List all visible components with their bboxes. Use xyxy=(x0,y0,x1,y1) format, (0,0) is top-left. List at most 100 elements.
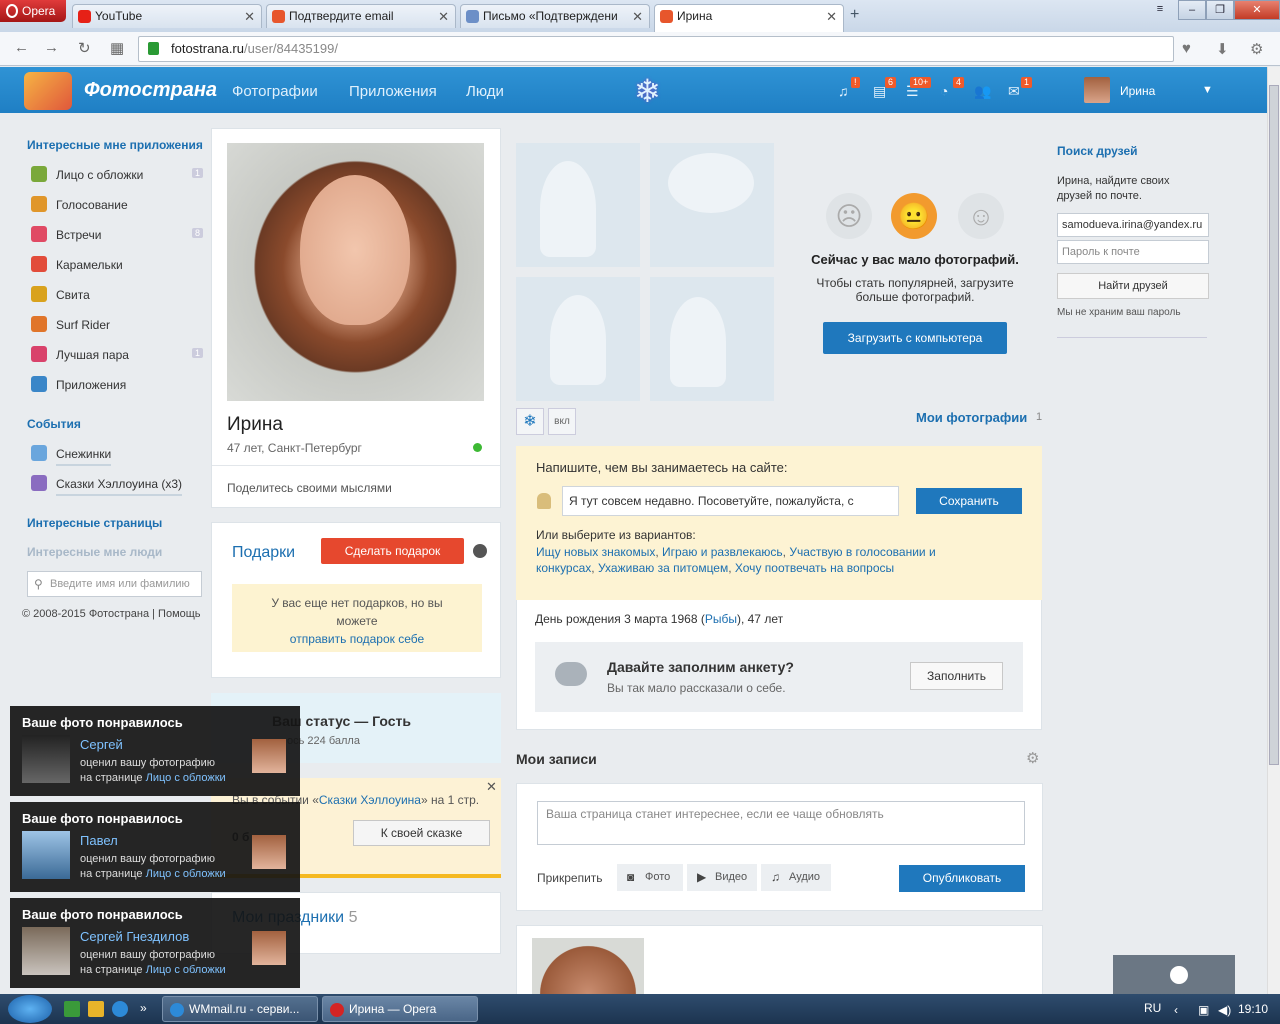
site-logo[interactable]: Фотострана xyxy=(84,79,217,102)
ie-icon[interactable] xyxy=(112,1001,128,1017)
sidebar-app-item[interactable]: Лицо с обложки 1 xyxy=(31,166,203,186)
attach-video-button[interactable]: ▶ Видео xyxy=(687,864,757,891)
download-icon[interactable]: ⬇ xyxy=(1216,40,1229,58)
minimize-button[interactable]: – xyxy=(1178,0,1206,20)
language-indicator[interactable]: RU xyxy=(1144,1001,1161,1015)
tab-letter[interactable]: Письмо «Подтверждени ✕ xyxy=(460,4,650,28)
notification-app-link[interactable]: Лицо с обложки xyxy=(146,868,226,880)
header-avatar[interactable] xyxy=(1084,77,1110,103)
activity-option-link[interactable]: Ищу новых знакомых xyxy=(536,545,655,559)
notification-photo[interactable] xyxy=(22,927,70,975)
snowflake-event-icon[interactable]: ❄ xyxy=(634,72,661,110)
notification-user-link[interactable]: Павел xyxy=(80,833,118,848)
notification-photo[interactable] xyxy=(22,735,70,783)
notification-my-photo[interactable] xyxy=(252,739,286,773)
events-section-title[interactable]: События xyxy=(27,417,81,431)
tab-irina[interactable]: Ирина ✕ xyxy=(654,4,844,32)
heart-bookmark-icon[interactable]: ♥ xyxy=(1182,40,1191,57)
globe-icon[interactable] xyxy=(473,544,487,558)
sidebar-app-item[interactable]: Приложения xyxy=(31,376,203,396)
notification-my-photo[interactable] xyxy=(252,931,286,965)
publish-button[interactable]: Опубликовать xyxy=(899,865,1025,892)
tab-confirm-email[interactable]: Подтвердите email ✕ xyxy=(266,4,456,28)
find-friends-button[interactable]: Найти друзей xyxy=(1057,273,1209,299)
clock[interactable]: 19:10 xyxy=(1238,1002,1268,1016)
close-window-button[interactable]: ✕ xyxy=(1234,0,1280,20)
sidebar-event-item[interactable]: Снежинки xyxy=(31,445,203,466)
gear-icon[interactable]: ⚙ xyxy=(1026,749,1039,767)
opera-menu-button[interactable]: Opera xyxy=(0,0,66,22)
people-section-title[interactable]: Интересные мне люди xyxy=(27,545,162,559)
notification-user-link[interactable]: Сергей Гнездилов xyxy=(80,929,189,944)
speed-dial-icon[interactable]: ▦ xyxy=(110,39,124,57)
mail-password-field[interactable]: Пароль к почте xyxy=(1057,240,1209,264)
help-link[interactable]: Помощь xyxy=(158,608,201,620)
new-tab-button[interactable]: + xyxy=(850,6,859,24)
sidebar-app-item[interactable]: Лучшая пара 1 xyxy=(31,346,203,366)
photo-placeholder-4[interactable] xyxy=(650,277,774,401)
zodiac-link[interactable]: Рыбы xyxy=(705,612,737,626)
start-button[interactable] xyxy=(8,995,52,1023)
snowflake-toggle-icon[interactable]: ❄ xyxy=(516,408,544,435)
pages-section-title[interactable]: Интересные страницы xyxy=(27,516,162,530)
activity-input[interactable]: Я тут совсем недавно. Посоветуйте, пожал… xyxy=(562,486,899,516)
notification-my-photo[interactable] xyxy=(252,835,286,869)
task-wmmail[interactable]: WMmail.ru - серви... xyxy=(162,996,318,1022)
quicklaunch-app-icon[interactable] xyxy=(64,1001,80,1017)
status-thoughts-link[interactable]: Поделитесь своими мыслями xyxy=(227,481,392,495)
tab-youtube[interactable]: YouTube ✕ xyxy=(72,4,262,28)
forward-icon[interactable]: → xyxy=(44,39,59,56)
activity-option-link[interactable]: Играю и развлекаюсь xyxy=(662,545,783,559)
explorer-icon[interactable] xyxy=(88,1001,104,1017)
upload-from-computer-button[interactable]: Загрузить с компьютера xyxy=(823,322,1007,354)
chevron-left-icon[interactable]: ‹ xyxy=(1174,1003,1178,1017)
volume-icon[interactable]: ◀) xyxy=(1218,1003,1231,1017)
notification-app-link[interactable]: Лицо с обложки xyxy=(146,772,226,784)
gifts-title[interactable]: Подарки xyxy=(232,544,295,562)
chevron-right-icon[interactable]: » xyxy=(140,1001,156,1017)
url-field[interactable]: fotostrana.ru/user/84435199/ xyxy=(138,36,1174,62)
sidebar-event-item[interactable]: Сказки Хэллоуина (х3) xyxy=(31,475,203,496)
fotostrana-logo-icon[interactable] xyxy=(24,72,72,110)
extensions-icon[interactable]: ⚙ xyxy=(1250,40,1263,58)
sidebar-app-item[interactable]: Свита xyxy=(31,286,203,306)
network-icon[interactable]: ▣ xyxy=(1198,1003,1209,1017)
find-friends-title[interactable]: Поиск друзей xyxy=(1057,144,1138,158)
notification-app-link[interactable]: Лицо с обложки xyxy=(146,964,226,976)
send-gift-self-link[interactable]: отправить подарок себе xyxy=(290,632,424,646)
chevron-down-icon[interactable]: ▼ xyxy=(1202,84,1213,96)
sidebar-app-item[interactable]: Карамельки xyxy=(31,256,203,276)
back-icon[interactable]: ← xyxy=(14,39,29,56)
chat-widget[interactable]: 77 xyxy=(1113,955,1235,995)
header-user-name[interactable]: Ирина xyxy=(1120,84,1155,98)
photo-placeholder-1[interactable] xyxy=(516,143,640,267)
to-my-tale-button[interactable]: К своей сказке xyxy=(353,820,490,846)
photo-placeholder-3[interactable] xyxy=(516,277,640,401)
email-field[interactable]: samodueva.irina@yandex.ru xyxy=(1057,213,1209,237)
my-photos-link[interactable]: Мои фотографии xyxy=(916,410,1027,425)
sidebar-app-item[interactable]: Голосование xyxy=(31,196,203,216)
notification-user-link[interactable]: Сергей xyxy=(80,737,123,752)
make-gift-button[interactable]: Сделать подарок xyxy=(321,538,464,564)
friends-icon[interactable]: 👥 xyxy=(974,83,992,99)
save-button[interactable]: Сохранить xyxy=(916,488,1022,514)
tab-close-icon[interactable]: ✕ xyxy=(826,9,837,25)
activity-option-link[interactable]: Хочу поотвечать на вопросы xyxy=(735,561,894,575)
apps-section-title[interactable]: Интересные мне приложения xyxy=(27,138,203,152)
like-notification[interactable]: Ваше фото понравилось Павел оценил вашу фо… xyxy=(10,802,300,892)
snow-on-toggle[interactable]: вкл xyxy=(548,408,576,435)
halloween-link[interactable]: Сказки Хэллоуина xyxy=(319,793,421,807)
task-opera[interactable]: Ирина — Opera xyxy=(322,996,478,1022)
tab-close-icon[interactable]: ✕ xyxy=(244,9,255,25)
post-textarea[interactable]: Ваша страница станет интереснее, если ее… xyxy=(537,801,1025,845)
tab-close-icon[interactable]: ✕ xyxy=(632,9,643,25)
post-photo[interactable] xyxy=(532,938,644,994)
activity-option-link[interactable]: Ухаживаю за питомцем xyxy=(598,561,728,575)
maximize-button[interactable]: ❐ xyxy=(1206,0,1234,20)
nav-people[interactable]: Люди xyxy=(466,83,504,100)
sidebar-app-item[interactable]: Встречи 8 xyxy=(31,226,203,246)
nav-photos[interactable]: Фотографии xyxy=(232,83,318,100)
nav-apps[interactable]: Приложения xyxy=(349,83,437,100)
close-icon[interactable]: ✕ xyxy=(486,779,497,795)
attach-photo-button[interactable]: ◙ Фото xyxy=(617,864,683,891)
